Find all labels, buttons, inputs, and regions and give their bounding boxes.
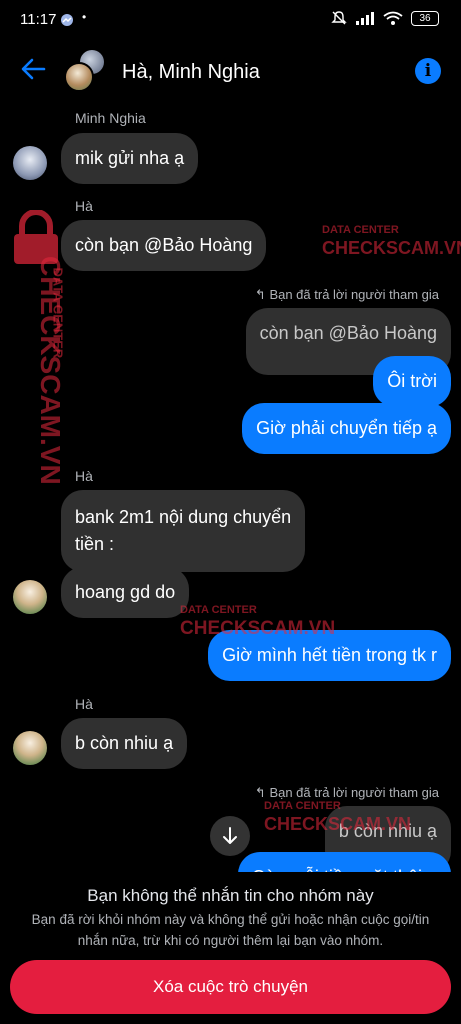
message-bubble-incoming[interactable]: bank 2m1 nội dung chuyển tiền : (61, 490, 306, 572)
sender-name: Hà (75, 468, 93, 484)
reply-label: Bạn đã trả lời người tham gia (269, 785, 439, 800)
watermark-text: CHECKSCAM.VN (322, 238, 461, 258)
footer-description: Bạn đã rời khỏi nhóm này và không thể gử… (31, 912, 430, 948)
watermark-text: DATA CENTER (180, 604, 257, 616)
arrow-down-icon (223, 827, 237, 844)
back-arrow-icon[interactable] (20, 56, 46, 82)
message-bubble-incoming[interactable]: b còn nhiu ạ (61, 718, 188, 769)
footer-title: Bạn không thể nhắn tin cho nhóm này (87, 886, 374, 905)
sender-name: Hà (75, 696, 93, 712)
battery-icon: 36 (411, 10, 439, 26)
status-bar: 11:17 • 36 (0, 0, 461, 40)
reply-arrow-icon: ↰ (254, 785, 270, 800)
watermark-text: CHECKSCAM.VN (35, 256, 66, 485)
info-icon[interactable]: i (415, 58, 441, 84)
watermark-lock-icon (8, 209, 58, 264)
mute-icon (331, 11, 347, 25)
message-bubble-incoming[interactable]: hoang gd do (61, 567, 190, 618)
conversation-header: Hà, Minh Nghia i (0, 44, 461, 100)
watermark-text: DATA CENTER (264, 800, 341, 812)
message-bubble-incoming[interactable]: còn bạn @Bảo Hoàng (61, 220, 267, 271)
avatar[interactable] (13, 146, 47, 180)
avatar[interactable] (13, 580, 47, 614)
message-bubble-outgoing[interactable]: Ôi trời (373, 356, 451, 407)
conversation-title[interactable]: Hà, Minh Nghia (122, 61, 260, 84)
scroll-to-bottom-button[interactable] (210, 816, 250, 856)
member-avatar (64, 62, 94, 92)
reply-arrow-icon: ↰ (254, 287, 270, 302)
status-time: 11:17 (20, 11, 57, 28)
delete-conversation-button[interactable]: Xóa cuộc trò chuyện (10, 960, 451, 1014)
wifi-icon (383, 11, 403, 25)
notification-dot-icon: • (82, 10, 87, 24)
message-bubble-outgoing[interactable]: Giờ phải chuyển tiếp ạ (242, 403, 451, 454)
sender-name: Minh Nghia (75, 110, 146, 126)
reply-indicator: ↰ Bạn đã trả lời người tham gia (255, 785, 439, 801)
watermark-text: DATA CENTER (50, 267, 66, 359)
sender-name: Hà (75, 198, 93, 214)
avatar[interactable] (13, 731, 47, 765)
message-line: bank 2m1 nội dung chuyển (75, 507, 292, 527)
signal-icon (356, 12, 374, 25)
group-avatar[interactable] (64, 50, 104, 92)
message-bubble-outgoing[interactable]: Giờ mình hết tiền trong tk r (208, 630, 451, 681)
message-bubble-incoming[interactable]: mik gửi nha ạ (61, 133, 199, 184)
watermark-text: DATA CENTER (322, 224, 399, 236)
message-line: tiền : (75, 534, 115, 554)
reply-indicator: ↰ Bạn đã trả lời người tham gia (255, 287, 439, 303)
reply-label: Bạn đã trả lời người tham gia (269, 287, 439, 302)
blocked-footer: Bạn không thể nhắn tin cho nhóm này Bạn … (0, 872, 461, 1024)
messenger-notification-icon (61, 14, 73, 26)
